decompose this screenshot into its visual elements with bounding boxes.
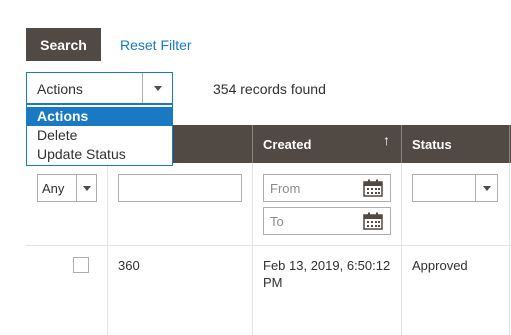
header-divider (252, 125, 253, 163)
menu-item-update-status[interactable]: Update Status (27, 145, 172, 164)
actions-select[interactable]: Actions (26, 72, 173, 104)
actions-select-value: Actions (37, 81, 83, 97)
status-filter-toggle[interactable] (475, 175, 497, 201)
calendar-icon[interactable] (363, 212, 383, 230)
records-count: 354 (213, 81, 237, 97)
reset-filter-link[interactable]: Reset Filter (120, 37, 192, 53)
row-id-cell: 360 (118, 258, 140, 273)
sort-arrow-up-icon[interactable]: ↑ (383, 132, 390, 148)
search-button[interactable]: Search (26, 28, 101, 61)
calendar-icon[interactable] (363, 179, 383, 197)
row-status-cell: Approved (412, 258, 468, 273)
row-checkbox[interactable] (73, 257, 89, 273)
column-divider (401, 163, 402, 335)
column-divider (252, 163, 253, 335)
any-filter-select[interactable]: Any (37, 174, 97, 202)
menu-item-label: Update Status (37, 146, 126, 162)
actions-select-toggle[interactable] (142, 73, 172, 103)
chevron-down-icon (82, 186, 91, 191)
column-header-status[interactable]: Status (412, 137, 452, 152)
column-divider (107, 163, 108, 335)
chevron-down-icon (482, 186, 491, 191)
menu-item-actions[interactable]: Actions (27, 107, 172, 126)
header-divider (509, 125, 510, 163)
menu-item-delete[interactable]: Delete (27, 126, 172, 145)
chevron-down-icon (153, 86, 162, 91)
row-created-cell: Feb 13, 2019, 6:50:12 PM (263, 258, 391, 290)
menu-item-label: Delete (37, 127, 78, 143)
id-filter-input[interactable] (118, 174, 242, 202)
row-divider (26, 245, 511, 246)
records-suffix: records found (240, 81, 326, 97)
column-header-created[interactable]: Created (263, 137, 311, 152)
column-divider (509, 163, 510, 335)
menu-item-label: Actions (37, 108, 89, 124)
records-found: 354 records found (213, 81, 326, 97)
any-filter-toggle[interactable] (76, 175, 96, 201)
header-divider (401, 125, 402, 163)
actions-dropdown-menu: Actions Delete Update Status (26, 104, 173, 166)
any-filter-value: Any (42, 181, 65, 196)
status-filter-select[interactable] (412, 174, 498, 202)
